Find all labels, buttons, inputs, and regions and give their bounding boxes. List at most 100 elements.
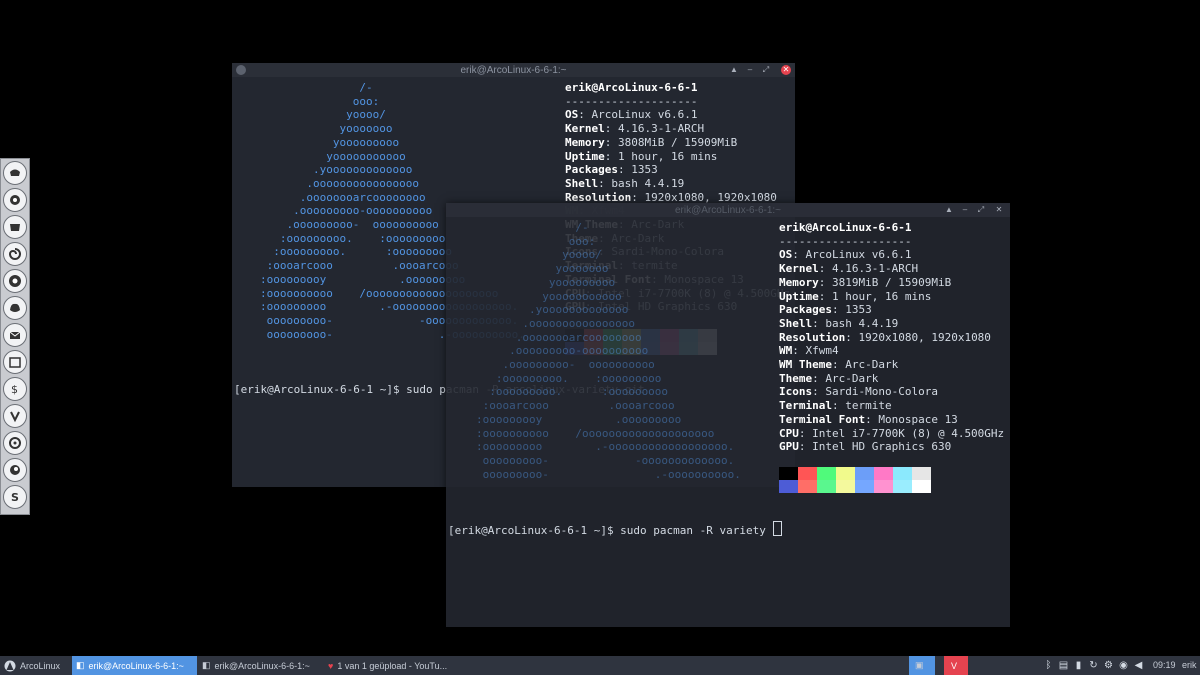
info-value: : bash 4.4.19	[598, 176, 685, 190]
text-cursor	[772, 521, 782, 536]
window-title: erik@ArcoLinux-6-6-1:~	[460, 64, 567, 76]
taskbar: ArcoLinux ◧ erik@ArcoLinux-6-6-1:~ ◧ eri…	[0, 656, 1200, 675]
user-host: erik@ArcoLinux-6-6-1	[779, 221, 912, 234]
color-swatch	[912, 480, 931, 493]
color-swatch	[874, 480, 893, 493]
task-label: erik@ArcoLinux-6-6-1:~	[88, 660, 184, 671]
info-value: : 3819MiB / 15909MiB	[818, 275, 952, 289]
color-swatch	[798, 467, 817, 480]
info-key: GPU	[779, 440, 799, 454]
color-swatch	[836, 480, 855, 493]
task-button-youtube[interactable]: ♥ 1 van 1 geüpload - YouTu...	[324, 656, 449, 675]
shade-icon[interactable]: ▲	[729, 65, 739, 75]
info-key: Packages	[779, 303, 832, 317]
info-key: OS	[565, 108, 579, 122]
info-key: Resolution	[565, 190, 632, 204]
color-swatch	[779, 480, 798, 493]
user-name[interactable]: erik	[1182, 660, 1197, 670]
applications-menu-button[interactable]: ArcoLinux	[0, 656, 70, 675]
volume-icon[interactable]: ◀	[1133, 660, 1144, 671]
system-icon[interactable]	[3, 431, 27, 455]
vivaldi-icon: V	[951, 660, 958, 671]
color-swatch	[836, 467, 855, 480]
vivaldi-icon[interactable]	[3, 404, 27, 428]
software-icon[interactable]	[3, 215, 27, 239]
task-button-terminal-2[interactable]: ◧ erik@ArcoLinux-6-6-1:~	[198, 656, 323, 675]
info-value: : 4.16.3-1-ARCH	[604, 122, 705, 136]
color-swatch	[893, 467, 912, 480]
info-value: : Sardi-Mono-Colora	[812, 385, 938, 399]
color-swatch	[779, 467, 798, 480]
vivaldi-icon: ♥	[328, 660, 334, 671]
color-swatches	[779, 467, 931, 493]
vivaldi-launcher[interactable]: V	[944, 656, 968, 675]
info-key: Memory	[565, 135, 605, 149]
color-swatch	[817, 467, 836, 480]
info-value: : 1 hour, 16 mins	[604, 149, 718, 163]
prompt-text: [erik@ArcoLinux-6-6-1 ~]$ sudo pacman -R…	[448, 524, 773, 537]
minimize-icon[interactable]: –	[745, 65, 755, 75]
color-swatch	[798, 480, 817, 493]
files-icon[interactable]	[3, 350, 27, 374]
color-swatch	[817, 480, 836, 493]
info-key: Shell	[565, 176, 599, 190]
info-key: Kernel	[779, 262, 819, 276]
info-value: : ArcoLinux v6.6.1	[578, 108, 698, 122]
terminal-icon[interactable]	[3, 161, 27, 185]
info-value: : Xfwm4	[792, 344, 839, 358]
info-key: Theme	[779, 371, 813, 385]
window-title: erik@ArcoLinux-6-6-1:~	[674, 204, 782, 216]
menu-label: ArcoLinux	[20, 660, 61, 671]
info-value: : Intel HD Graphics 630	[798, 440, 952, 454]
info-value: : Arc-Dark	[812, 371, 879, 385]
info-key: Uptime	[565, 149, 605, 163]
info-value: : termite	[831, 399, 892, 413]
color-swatch	[855, 480, 874, 493]
info-value: : Intel i7-7700K (8) @ 4.500GHz	[798, 426, 1005, 440]
gimp-icon[interactable]	[3, 296, 27, 320]
info-key: Terminal	[779, 399, 832, 413]
skype-icon[interactable]: S	[3, 485, 27, 509]
money-icon[interactable]: $	[3, 377, 27, 401]
chrome-icon[interactable]	[3, 269, 27, 293]
maximize-icon[interactable]: ⤢	[761, 65, 771, 75]
update-icon[interactable]: ↻	[1088, 660, 1099, 671]
clock[interactable]: 09:19	[1153, 660, 1176, 670]
battery-icon[interactable]: ▮	[1073, 660, 1084, 671]
swirl-icon[interactable]	[3, 242, 27, 266]
info-key: WM	[779, 344, 793, 358]
terminal-window-2[interactable]: erik@ArcoLinux-6-6-1:~ ▲ – ⤢ ✕ /- ooo: y…	[446, 203, 1010, 627]
user-host: erik@ArcoLinux-6-6-1	[565, 81, 698, 94]
close-icon[interactable]: ✕	[994, 205, 1004, 215]
info-key: WM Theme	[779, 358, 832, 372]
bluetooth-icon[interactable]: ᛒ	[1043, 660, 1054, 671]
info-key: Icons	[779, 385, 813, 399]
info-value: : 3808MiB / 15909MiB	[604, 135, 738, 149]
info-key: Terminal Font	[779, 412, 866, 426]
close-icon[interactable]: ✕	[781, 65, 791, 75]
minimize-icon[interactable]: –	[960, 205, 970, 215]
info-value: : 1920x1080, 1920x1080	[631, 190, 777, 204]
color-swatch	[855, 467, 874, 480]
svg-text:S: S	[11, 491, 19, 504]
command-prompt[interactable]: [erik@ArcoLinux-6-6-1 ~]$ sudo pacman -R…	[448, 521, 782, 538]
application-dock: $ S	[0, 158, 30, 515]
info-value: : 1 hour, 16 mins	[818, 289, 932, 303]
mail-icon[interactable]	[3, 323, 27, 347]
info-key: Shell	[779, 316, 813, 330]
info-value: : Arc-Dark	[831, 358, 899, 372]
settings-icon[interactable]: ⚙	[1103, 660, 1114, 671]
clipboard-icon[interactable]: ▤	[1058, 660, 1069, 671]
titlebar[interactable]: erik@ArcoLinux-6-6-1:~ ▲ – ⤢ ✕	[446, 203, 1010, 217]
terminal-icon: ◧	[202, 660, 211, 670]
maximize-icon[interactable]: ⤢	[976, 205, 986, 215]
task-button-terminal-1[interactable]: ◧ erik@ArcoLinux-6-6-1:~	[72, 656, 197, 675]
settings-icon[interactable]	[3, 188, 27, 212]
workspace-switcher[interactable]: ▣	[909, 656, 935, 675]
titlebar[interactable]: erik@ArcoLinux-6-6-1:~ ▲ – ⤢ ✕	[232, 63, 795, 77]
svg-text:$: $	[11, 383, 18, 396]
shade-icon[interactable]: ▲	[944, 205, 954, 215]
network-icon[interactable]: ◉	[1118, 660, 1129, 671]
browser-icon[interactable]	[3, 458, 27, 482]
info-key: Resolution	[779, 330, 846, 344]
